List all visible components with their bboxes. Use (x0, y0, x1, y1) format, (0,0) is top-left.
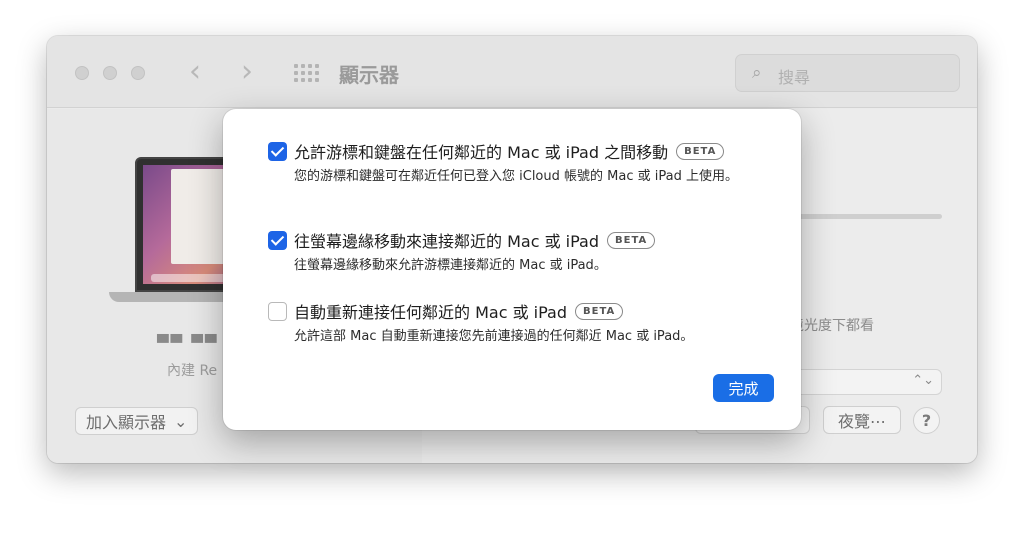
add-display-label: 加入顯示器 (86, 413, 167, 432)
back-arrow-icon[interactable]: ‹ (189, 54, 201, 90)
show-all-grid-icon[interactable] (294, 64, 320, 82)
zoom-window-button[interactable] (131, 66, 145, 80)
add-display-button[interactable]: 加入顯示器 ⌄ (75, 407, 199, 435)
beta-badge: BETA (607, 231, 656, 249)
beta-badge: BETA (676, 142, 725, 160)
checkbox-auto-reconnect[interactable] (268, 302, 287, 321)
chevron-down-icon: ⌄ (174, 411, 188, 431)
done-button[interactable]: 完成 (713, 374, 774, 402)
universal-control-sheet: 允許游標和鍵盤在任何鄰近的 Mac 或 iPad 之間移動 BETA 您的游標和… (223, 109, 801, 430)
option-title: 往螢幕邊緣移動來連接鄰近的 Mac 或 iPad (294, 232, 600, 251)
display-name: ▀▀ ▀▀ (157, 334, 219, 352)
night-shift-button[interactable]: 夜覽⋯ (823, 406, 901, 434)
option-title: 自動重新連接任何鄰近的 Mac 或 iPad (294, 303, 568, 322)
beta-badge: BETA (575, 302, 624, 320)
updown-chevron-icon: ⌃⌄ (912, 373, 934, 388)
close-window-button[interactable] (75, 66, 89, 80)
search-placeholder: 搜尋 (778, 68, 811, 87)
forward-arrow-icon[interactable]: › (241, 54, 253, 90)
checkbox-push-edge[interactable] (268, 231, 287, 250)
search-icon: ⌕ (752, 63, 762, 83)
help-button[interactable]: ? (913, 407, 940, 434)
window-title: 顯示器 (339, 63, 399, 87)
option-title: 允許游標和鍵盤在任何鄰近的 Mac 或 iPad 之間移動 (294, 143, 669, 162)
display-subtitle: 內建 Re (167, 363, 218, 379)
option-description: 允許這部 Mac 自動重新連接您先前連接過的任何鄰近 Mac 或 iPad。 (294, 329, 694, 344)
search-field[interactable]: ⌕ 搜尋 (735, 54, 960, 92)
checkbox-allow-cursor-keyboard[interactable] (268, 142, 287, 161)
titlebar: ‹ › 顯示器 ⌕ 搜尋 (47, 36, 977, 108)
option-description: 您的游標和鍵盤可在鄰近任何已登入您 iCloud 帳號的 Mac 或 iPad … (294, 169, 738, 184)
minimize-window-button[interactable] (103, 66, 117, 80)
option-description: 往螢幕邊緣移動來允許游標連接鄰近的 Mac 或 iPad。 (294, 258, 607, 273)
